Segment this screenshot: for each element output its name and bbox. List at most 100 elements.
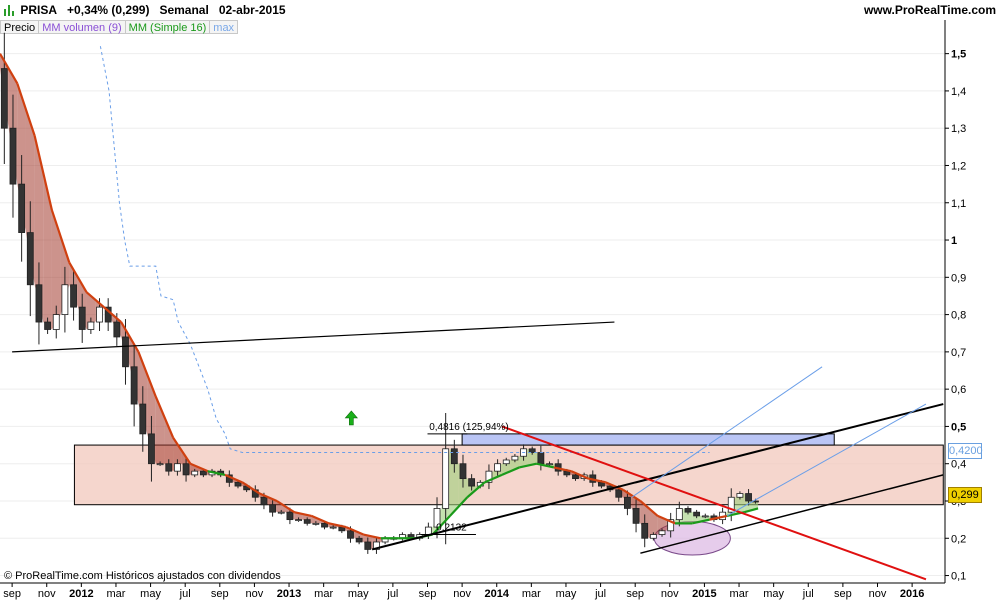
x-tick-label: 2013 [277,588,301,600]
x-tick-label: 2016 [900,588,924,600]
candle-body [295,519,302,522]
candle-body [148,433,155,465]
x-tick-label: nov [38,588,56,600]
x-tick-label: nov [869,588,887,600]
candle-body [450,448,458,465]
candle-body [693,511,701,517]
x-tick-label: mar [106,588,125,600]
candle-body [528,448,536,453]
y-tick-label: 0,9 [951,272,966,284]
x-tick-label: sep [834,588,852,600]
candle-body [684,508,692,513]
candle-body [658,530,666,535]
candle-body [675,508,683,521]
price-chart[interactable]: 0,4816 (125,94%) 0,2132 1,5 1,4 1,3 1,2 1,1 1 0,… [0,0,1000,600]
candle-body [156,463,164,466]
y-tick-label: 0,8 [951,310,966,322]
x-tick-label: nov [453,588,471,600]
candle-body [364,541,372,550]
candle-body [61,284,69,315]
candle-body [174,463,181,472]
candle-body [468,478,476,487]
candle-body [641,522,649,539]
x-tick-label: 2012 [69,588,93,600]
candle-body [70,284,77,308]
candle-body [44,321,51,330]
x-tick-label: mar [730,588,749,600]
y-tick-label: 1,3 [951,123,966,135]
candle-body [277,511,285,514]
y-tick-label: 0,7 [951,347,966,359]
x-tick-label: may [556,588,577,600]
candle-body [0,68,8,129]
x-tick-label: jul [594,588,606,600]
current-price-label: 0,299 [948,487,982,503]
candle-body [624,496,631,509]
candle-body [87,321,95,330]
candle-body [355,537,363,543]
candle-body [511,455,519,461]
candle-body [113,321,121,338]
candle-body [182,463,190,476]
candle-body [165,463,173,472]
candle-body [736,493,744,498]
candle-body [26,232,34,286]
candle-body [572,474,579,480]
y-tick-label: 0,1 [951,571,966,583]
candle-body [745,493,752,502]
x-tick-label: mar [522,588,541,600]
candle-body [35,284,43,323]
candle-body [130,366,138,405]
y-tick-label: 0,4 [951,459,966,471]
candle-body [52,314,60,330]
x-tick-label: may [763,588,784,600]
x-tick-label: sep [211,588,229,600]
y-tick-label: 0,6 [951,384,966,396]
x-tick-label: mar [314,588,333,600]
candle-body [632,508,640,524]
candle-body [459,463,467,480]
candle-body [537,452,545,465]
candle-body [234,481,242,487]
candle-body [329,526,337,529]
candle-body [701,515,709,518]
x-tick-label: sep [419,588,437,600]
candle-body [269,504,276,513]
candle-body [139,403,147,435]
y-tick-label: 0,2 [951,533,966,545]
candle-body [199,470,207,476]
max-price-label: 0,4200 [948,443,983,459]
y-tick-label: 1,4 [951,86,966,98]
candle-body [78,306,86,330]
y-tick-label: 1,1 [951,198,966,210]
candle-body [546,463,553,466]
y-tick-label: 0,5 [951,421,966,433]
candle-body [312,522,320,525]
candle-body [321,522,328,528]
x-tick-label: 2014 [484,588,509,600]
candle-body [122,336,129,368]
candle-body [260,496,268,506]
y-tick-label: 1 [951,235,957,247]
x-tick-label: nov [246,588,264,600]
candle-body [303,519,311,524]
candle-body [96,306,103,323]
y-tick-label: 1,2 [951,160,966,172]
candle-body [649,534,657,539]
x-tick-label: sep [626,588,644,600]
x-tick-label: sep [3,588,21,600]
blue-zone [461,433,835,446]
candle-body [442,448,450,509]
candle-body [615,489,623,498]
candle-body [191,470,199,476]
low-annotation: 0,2132 [436,523,467,534]
x-tick-label: jul [179,588,191,600]
x-tick-label: jul [386,588,398,600]
candle-body [18,183,26,233]
peak-annotation: 0,4816 (125,94%) [429,422,509,433]
candle-body [347,530,354,539]
footer-note: © ProRealTime.com Históricos ajustados c… [4,570,281,582]
x-tick-label: jul [802,588,814,600]
candle-body [502,459,510,465]
y-tick-label: 1,5 [951,49,966,61]
